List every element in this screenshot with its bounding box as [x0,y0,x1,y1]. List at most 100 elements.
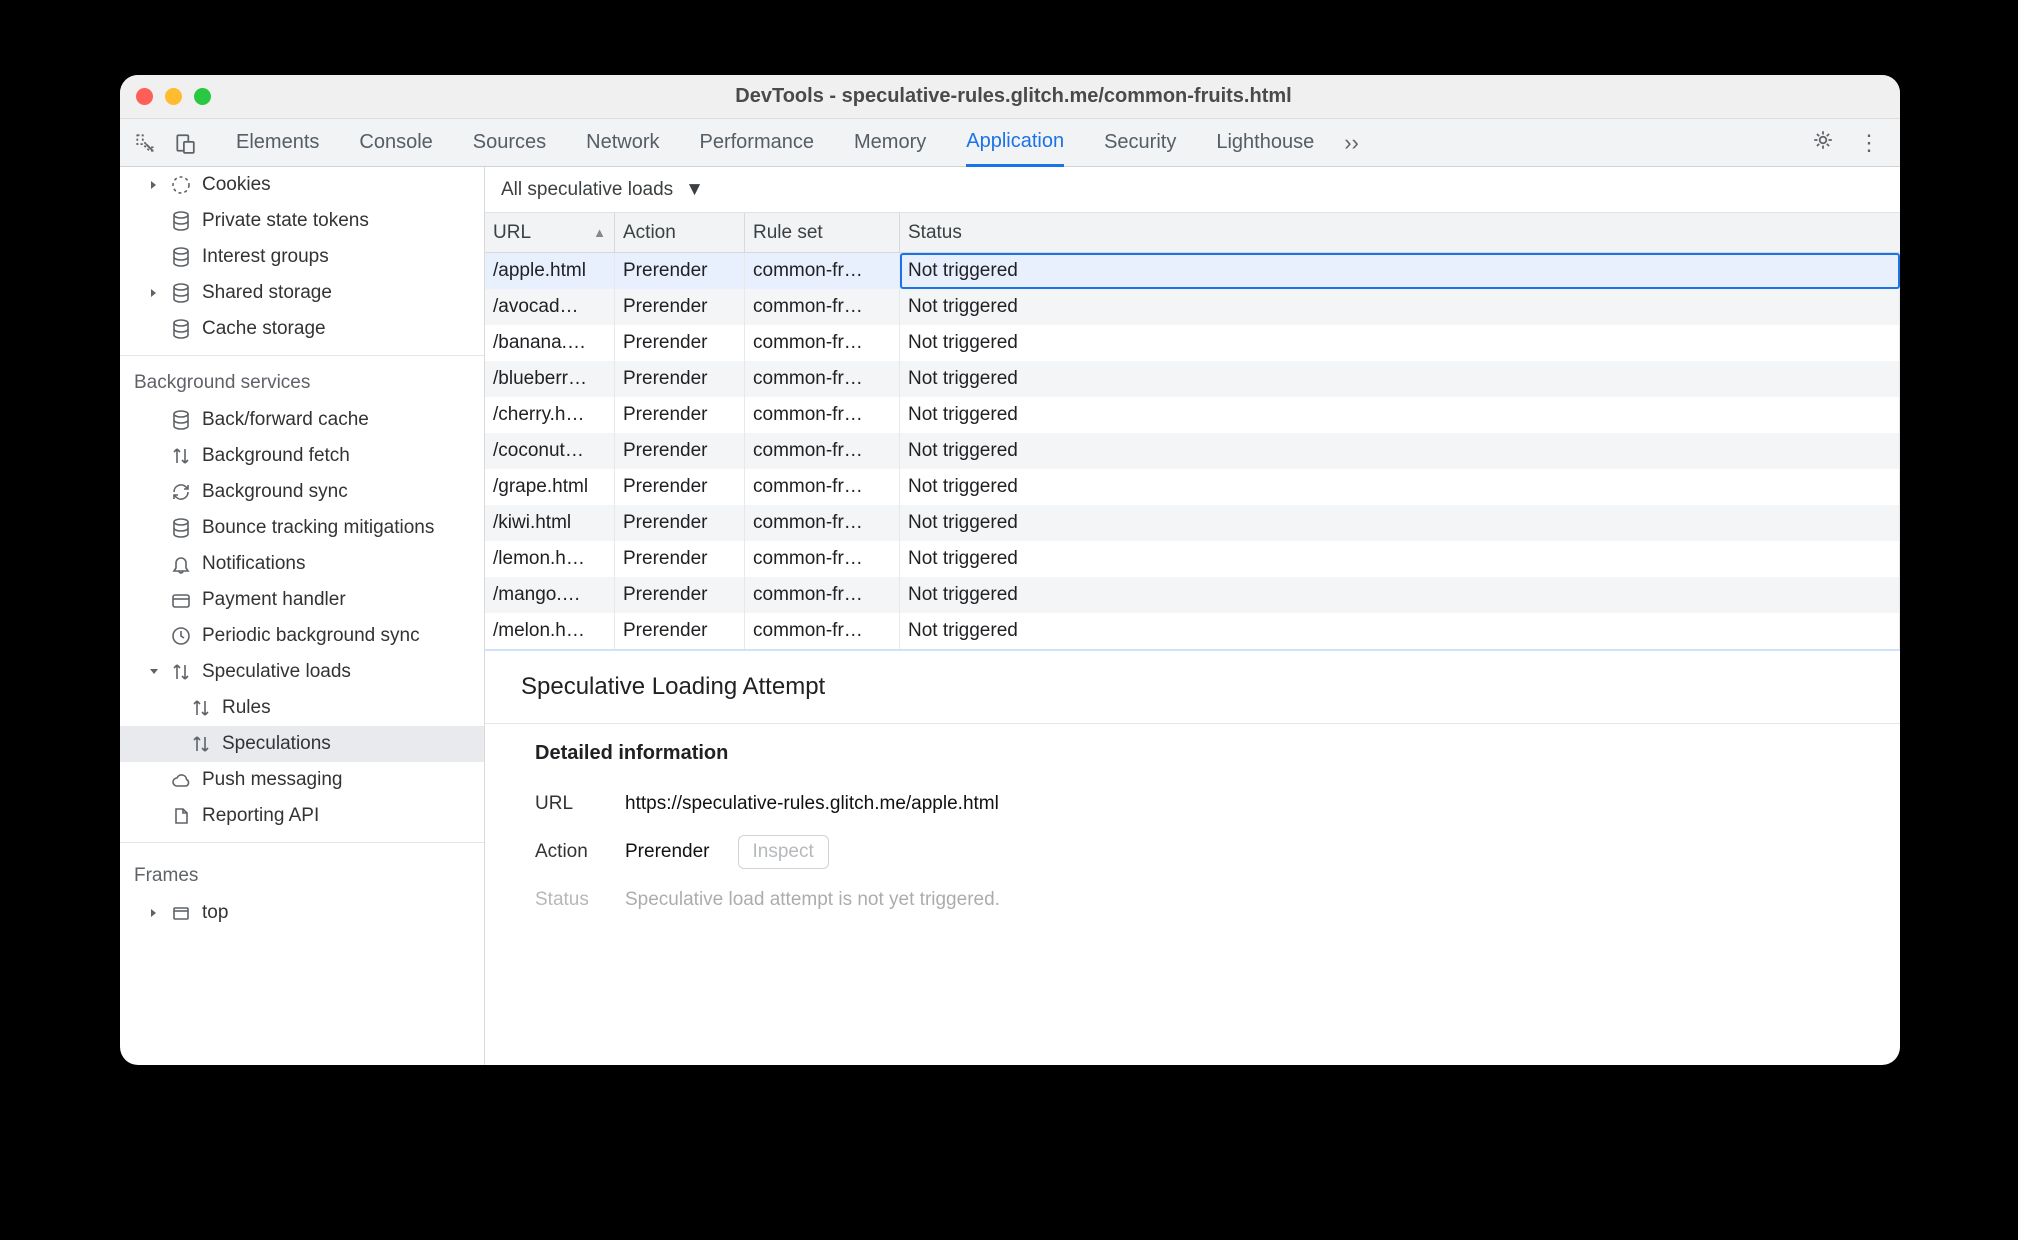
sidebar-item-cookies[interactable]: Cookies [120,167,484,203]
sidebar-item-back-forward-cache[interactable]: Back/forward cache [120,402,484,438]
cell-url: /banana.… [485,325,615,361]
cell-status: Not triggered [900,469,1900,505]
cell-rule: common-fr… [745,613,900,649]
table-row[interactable]: /kiwi.htmlPrerendercommon-fr…Not trigger… [485,505,1900,541]
table-row[interactable]: /lemon.h…Prerendercommon-fr…Not triggere… [485,541,1900,577]
sidebar-item-private-state-tokens[interactable]: Private state tokens [120,203,484,239]
inspect-button[interactable]: Inspect [738,835,829,869]
sidebar-item-label: Payment handler [202,589,346,611]
sidebar-item-payment-handler[interactable]: Payment handler [120,582,484,618]
sidebar-item-label: Cookies [202,174,271,196]
sidebar-item-reporting-api[interactable]: Reporting API [120,798,484,834]
sidebar-item-label: Shared storage [202,282,332,304]
application-sidebar: Cookies Private state tokens Interest grou… [120,167,485,1065]
table-row[interactable]: /banana.…Prerendercommon-fr…Not triggere… [485,325,1900,361]
sidebar-section-frames: Frames [120,851,484,895]
tab-elements[interactable]: Elements [236,119,319,166]
table-header-row: URL ▲ Action Rule set Status [485,213,1900,253]
sidebar-item-cache-storage[interactable]: Cache storage [120,311,484,347]
cell-url: /melon.h… [485,613,615,649]
filter-dropdown[interactable]: All speculative loads ▼ [485,167,1900,213]
cloud-icon [170,769,192,791]
col-header-ruleset[interactable]: Rule set [745,213,900,252]
tab-console[interactable]: Console [359,119,432,166]
settings-icon[interactable] [1812,129,1834,156]
details-section-title: Detailed information [535,742,1864,765]
database-icon [170,318,192,340]
detail-action-value: Prerender [625,841,710,863]
sidebar-item-label: Rules [222,697,271,719]
device-toolbar-icon[interactable] [174,132,196,154]
clock-icon [170,625,192,647]
table-row[interactable]: /melon.h…Prerendercommon-fr…Not triggere… [485,613,1900,649]
cell-url: /avocad… [485,289,615,325]
cell-rule: common-fr… [745,505,900,541]
tab-application[interactable]: Application [966,120,1064,167]
sidebar-item-speculations[interactable]: Speculations [120,726,484,762]
inspect-element-icon[interactable] [134,132,156,154]
tab-performance[interactable]: Performance [700,119,815,166]
col-header-action[interactable]: Action [615,213,745,252]
sidebar-item-top[interactable]: top [120,895,484,931]
kebab-menu-icon[interactable]: ⋮ [1858,132,1880,154]
cell-status: Not triggered [900,289,1900,325]
sidebar-item-interest-groups[interactable]: Interest groups [120,239,484,275]
sidebar-item-label: Reporting API [202,805,319,827]
table-row[interactable]: /avocad…Prerendercommon-fr…Not triggered [485,289,1900,325]
tab-sources[interactable]: Sources [473,119,546,166]
cell-action: Prerender [615,433,745,469]
sidebar-item-bounce-tracking-mitigations[interactable]: Bounce tracking mitigations [120,510,484,546]
tab-lighthouse[interactable]: Lighthouse [1216,119,1314,166]
cell-status: Not triggered [900,505,1900,541]
table-row[interactable]: /apple.htmlPrerendercommon-fr…Not trigge… [485,253,1900,289]
more-tabs-icon[interactable]: ›› [1344,130,1359,156]
tab-security[interactable]: Security [1104,119,1176,166]
sidebar-item-label: Background fetch [202,445,350,467]
table-row[interactable]: /mango.…Prerendercommon-fr…Not triggered [485,577,1900,613]
caret-down-icon [148,666,160,678]
updown-icon [190,733,212,755]
sidebar-item-speculative-loads[interactable]: Speculative loads [120,654,484,690]
database-icon [170,409,192,431]
sidebar-item-background-fetch[interactable]: Background fetch [120,438,484,474]
detail-status-label: Status [535,889,607,911]
cell-rule: common-fr… [745,541,900,577]
sidebar-item-rules[interactable]: Rules [120,690,484,726]
speculations-table: URL ▲ Action Rule set Status /apple.html… [485,213,1900,649]
sync-icon [170,481,192,503]
sidebar-item-label: Periodic background sync [202,625,420,647]
tab-network[interactable]: Network [586,119,659,166]
sidebar-item-notifications[interactable]: Notifications [120,546,484,582]
cell-rule: common-fr… [745,433,900,469]
sidebar-item-label: Speculative loads [202,661,351,683]
table-row[interactable]: /grape.htmlPrerendercommon-fr…Not trigge… [485,469,1900,505]
cell-status: Not triggered [900,397,1900,433]
cell-url: /lemon.h… [485,541,615,577]
table-row[interactable]: /blueberr…Prerendercommon-fr…Not trigger… [485,361,1900,397]
cell-url: /blueberr… [485,361,615,397]
cell-action: Prerender [615,541,745,577]
caret-right-icon [148,179,160,191]
database-icon [170,210,192,232]
tab-memory[interactable]: Memory [854,119,926,166]
devtools-toolbar: Elements Console Sources Network Performance… [120,119,1900,167]
col-header-url[interactable]: URL ▲ [485,213,615,252]
database-icon [170,517,192,539]
sidebar-item-label: top [202,902,228,924]
caret-right-icon [148,287,160,299]
updown-icon [170,445,192,467]
col-header-status[interactable]: Status [900,213,1900,252]
sidebar-item-push-messaging[interactable]: Push messaging [120,762,484,798]
sidebar-item-label: Notifications [202,553,306,575]
main-panel: All speculative loads ▼ URL ▲ Action Rul… [485,167,1900,1065]
filter-label: All speculative loads [501,179,673,201]
sidebar-item-label: Background sync [202,481,348,503]
sidebar-item-shared-storage[interactable]: Shared storage [120,275,484,311]
sidebar-item-periodic-background-sync[interactable]: Periodic background sync [120,618,484,654]
sidebar-item-background-sync[interactable]: Background sync [120,474,484,510]
sidebar-item-label: Private state tokens [202,210,369,232]
table-row[interactable]: /cherry.h…Prerendercommon-fr…Not trigger… [485,397,1900,433]
devtools-window: DevTools - speculative-rules.glitch.me/c… [120,75,1900,1065]
updown-icon [190,697,212,719]
table-row[interactable]: /coconut…Prerendercommon-fr…Not triggere… [485,433,1900,469]
